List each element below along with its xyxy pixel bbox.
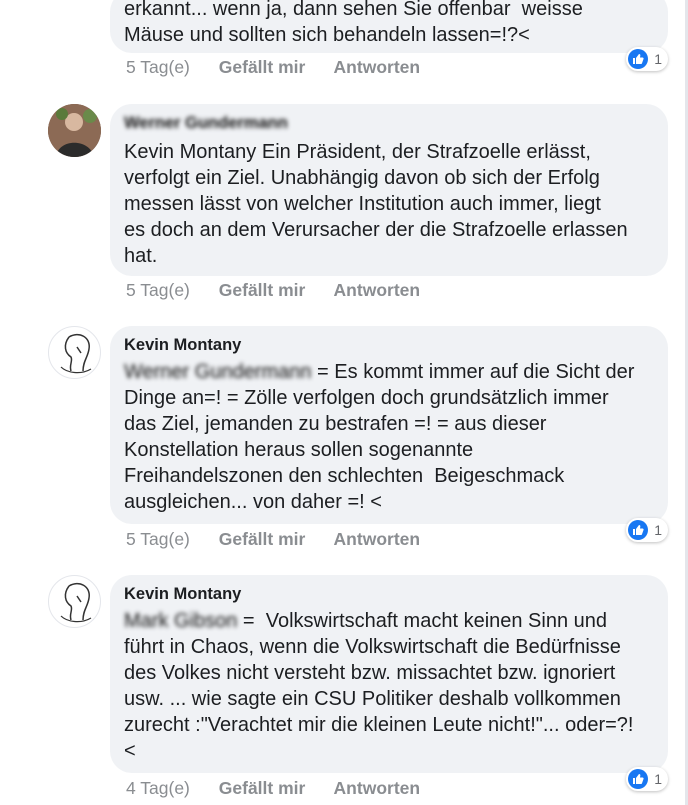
reaction-count[interactable]: 1 — [626, 47, 668, 71]
comment-text: Werner Gundermann = Es kommt immer auf d… — [124, 361, 635, 513]
comment-actions: 5 Tag(e) Gefällt mir Antworten — [126, 529, 444, 550]
reaction-count[interactable]: 1 — [626, 518, 668, 542]
mention-link[interactable]: Werner Gundermann — [124, 361, 312, 383]
comment-author[interactable]: Kevin Montany — [124, 584, 654, 604]
reply-button[interactable]: Antworten — [334, 529, 421, 549]
reply-button[interactable]: Antworten — [334, 280, 421, 300]
comment-author[interactable]: Werner Gundermann — [124, 113, 654, 133]
avatar[interactable] — [48, 575, 101, 628]
comment-actions: 5 Tag(e) Gefällt mir Antworten — [126, 57, 444, 78]
avatar[interactable] — [48, 104, 101, 157]
thumbs-up-icon — [628, 769, 649, 789]
mention-link[interactable]: Mark Gibson — [124, 610, 237, 632]
like-button[interactable]: Gefällt mir — [219, 778, 306, 798]
comment-author[interactable]: Kevin Montany — [124, 335, 654, 355]
comment-bubble: Werner Gundermann Kevin Montany Ein Präs… — [110, 104, 668, 276]
comment-timestamp[interactable]: 4 Tag(e) — [126, 778, 190, 798]
comment-actions: 5 Tag(e) Gefällt mir Antworten — [126, 280, 444, 301]
thumbs-up-icon — [628, 49, 649, 69]
reply-button[interactable]: Antworten — [334, 778, 421, 798]
comment-text: erkannt... wenn ja, dann sehen Sie offen… — [124, 0, 583, 46]
comment-timestamp[interactable]: 5 Tag(e) — [126, 529, 190, 549]
avatar[interactable] — [48, 326, 101, 379]
like-button[interactable]: Gefällt mir — [219, 529, 306, 549]
thumbs-up-icon — [628, 520, 649, 540]
comment-timestamp[interactable]: 5 Tag(e) — [126, 280, 190, 300]
reaction-count[interactable]: 1 — [626, 767, 668, 791]
comment-timestamp[interactable]: 5 Tag(e) — [126, 57, 190, 77]
comment-actions: 4 Tag(e) Gefällt mir Antworten — [126, 778, 444, 799]
comment-text: Mark Gibson = Volkswirtschaft macht kein… — [124, 610, 634, 762]
comment-bubble: Kevin Montany Mark Gibson = Volkswirtsch… — [110, 575, 668, 773]
like-button[interactable]: Gefällt mir — [219, 57, 306, 77]
comment-text: Kevin Montany Ein Präsident, der Strafzo… — [124, 141, 628, 267]
like-button[interactable]: Gefällt mir — [219, 280, 306, 300]
comment-bubble: Kevin Montany Werner Gundermann = Es kom… — [110, 326, 668, 524]
comment-bubble: erkannt... wenn ja, dann sehen Sie offen… — [110, 0, 668, 53]
reply-button[interactable]: Antworten — [334, 57, 421, 77]
